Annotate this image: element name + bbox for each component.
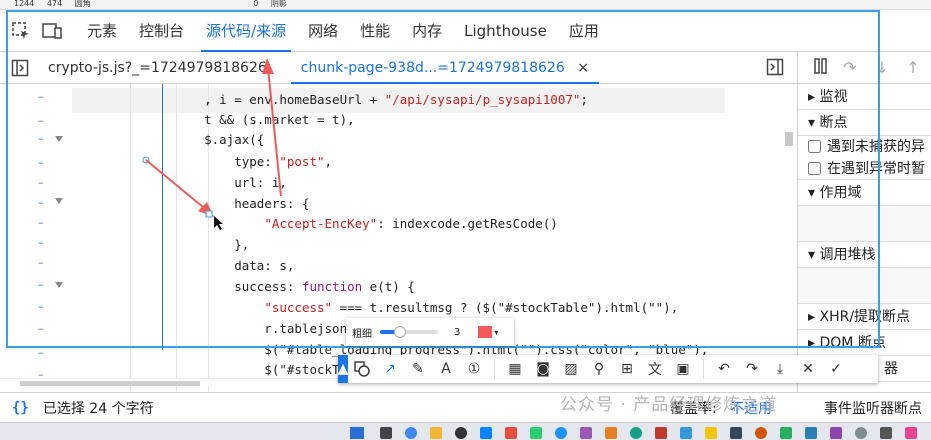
toolbar-divider	[494, 359, 495, 379]
pin-tool-icon[interactable]: ⚲	[585, 355, 613, 383]
pen-tool-icon[interactable]: ✎	[404, 355, 432, 383]
toolbar-indicator: ▲	[338, 355, 348, 383]
scan-tool-icon[interactable]: ⊞	[613, 355, 641, 383]
slider-knob[interactable]	[393, 326, 406, 338]
stroke-size-panel: 粗细 3 ▾	[346, 318, 514, 346]
arrow-tool-icon[interactable]: ↗	[376, 355, 404, 383]
download-icon[interactable]: ⤓	[766, 355, 794, 383]
number-tool-icon[interactable]: ①	[460, 355, 488, 383]
annotation-arrow[interactable]	[267, 67, 282, 197]
arrow-handle[interactable]	[205, 210, 213, 218]
confirm-icon[interactable]: ✓	[822, 355, 850, 383]
redo-icon[interactable]: ↷	[738, 355, 766, 383]
watermark: 公众号 · 产品经理修炼之道	[560, 395, 778, 415]
annotation-toolbar: ▲ ↗ ✎ A ① ▦ ◙ ▨ ⚲ ⊞ 文 ▣ ↶ ↷ ⤓ ✕ ✓	[338, 355, 878, 383]
stroke-size-label: 粗细	[352, 328, 372, 340]
translate-tool-icon[interactable]: 文	[641, 355, 669, 383]
annotation-arrow[interactable]	[145, 159, 210, 213]
undo-icon[interactable]: ↶	[710, 355, 738, 383]
text-tool-icon[interactable]: A	[432, 355, 460, 383]
mouse-cursor-icon	[214, 216, 223, 230]
mosaic-tool-icon[interactable]: ▦	[501, 355, 529, 383]
blur-tool-icon[interactable]: ◙	[529, 355, 557, 383]
ocr-tool-icon[interactable]: ▣	[669, 355, 697, 383]
arrowhead-icon	[262, 58, 274, 74]
hatch-tool-icon[interactable]: ▨	[557, 355, 585, 383]
chevron-down-icon[interactable]: ▾	[494, 328, 498, 337]
cancel-icon[interactable]: ✕	[794, 355, 822, 383]
shape-tool-icon[interactable]	[348, 355, 376, 383]
stroke-size-slider[interactable]	[380, 326, 438, 338]
stroke-size-value: 3	[454, 326, 461, 338]
color-swatch[interactable]	[478, 326, 493, 338]
toolbar-divider	[703, 359, 704, 379]
